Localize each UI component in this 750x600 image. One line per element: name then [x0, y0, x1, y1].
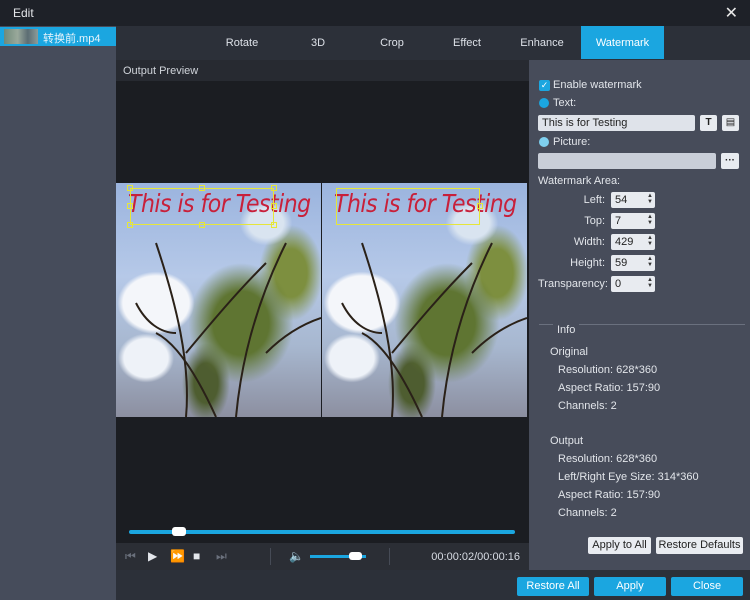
resize-handle[interactable]	[127, 203, 133, 209]
transparency-value: 0	[615, 278, 622, 290]
file-item[interactable]: 转换前.mp4	[0, 27, 116, 46]
file-name: 转换前.mp4	[43, 33, 101, 45]
play-icon[interactable]: ▶	[148, 549, 157, 563]
window-title: Edit	[13, 6, 34, 20]
preview-header: Output Preview	[116, 60, 529, 81]
tab-rotate[interactable]: Rotate	[208, 26, 276, 59]
fast-forward-icon[interactable]: ⏩	[170, 549, 185, 563]
width-label: Width:	[573, 236, 605, 248]
title-bar: Edit ✕	[0, 0, 750, 26]
height-spinbox[interactable]: 59 ▲ ▼	[611, 255, 655, 271]
text-format-icon[interactable]: T	[700, 115, 717, 131]
spin-arrows-icon[interactable]: ▲ ▼	[647, 193, 653, 205]
spin-arrows-icon[interactable]: ▲ ▼	[647, 256, 653, 268]
spin-arrows-icon[interactable]: ▲ ▼	[647, 277, 653, 289]
browse-button[interactable]: ···	[721, 153, 739, 169]
tab-enhance[interactable]: Enhance	[508, 26, 576, 59]
edit-tabs: Rotate 3D Crop Effect Enhance Watermark	[116, 26, 750, 60]
volume-icon[interactable]: 🔈	[289, 549, 304, 563]
resize-handle[interactable]	[271, 203, 277, 209]
watermark-bounds[interactable]	[130, 188, 274, 225]
close-button[interactable]: Close	[671, 577, 743, 596]
picture-label: Picture:	[553, 136, 591, 148]
apply-to-all-button[interactable]: Apply to All	[588, 537, 651, 554]
enable-watermark-checkbox[interactable]: ✓	[539, 80, 550, 91]
left-value: 54	[615, 194, 628, 206]
resize-handle[interactable]	[199, 222, 205, 228]
original-channels: Channels: 2	[558, 400, 617, 412]
width-spinbox[interactable]: 429 ▲ ▼	[611, 234, 655, 250]
info-title: Info	[553, 324, 580, 336]
output-title: Output	[550, 435, 584, 447]
restore-all-button[interactable]: Restore All	[517, 577, 589, 596]
text-radio[interactable]	[539, 98, 549, 108]
transparency-label: Transparency:	[538, 278, 608, 290]
original-aspect-ratio: Aspect Ratio: 157:90	[558, 382, 661, 394]
seek-handle[interactable]	[172, 527, 187, 536]
watermark-area-label: Watermark Area:	[538, 175, 621, 187]
output-resolution: Resolution: 628*360	[558, 453, 658, 465]
resize-handle[interactable]	[199, 185, 205, 191]
text-label: Text:	[553, 97, 577, 109]
player-controls: ⏮ ▶ ⏩ ■ ⏭ 🔈 00:00:02/00:00:16	[116, 543, 529, 570]
preview-title: Output Preview	[123, 65, 199, 77]
watermark-panel: ✓ Enable watermark Text: This is for Tes…	[529, 60, 750, 570]
height-value: 59	[615, 257, 628, 269]
tab-watermark[interactable]: Watermark	[581, 26, 664, 59]
left-eye-view: This is for Testing	[116, 183, 321, 417]
picture-radio[interactable]	[539, 137, 549, 147]
tab-effect[interactable]: Effect	[432, 26, 502, 59]
resize-handle[interactable]	[127, 185, 133, 191]
volume-handle[interactable]	[349, 552, 363, 560]
font-style-icon[interactable]: ▤	[722, 115, 739, 131]
divider	[270, 548, 271, 565]
output-eye-size: Left/Right Eye Size: 314*360	[558, 471, 699, 483]
video-frame: This is for Testing This is for Testing	[116, 183, 527, 417]
output-aspect-ratio: Aspect Ratio: 157:90	[558, 489, 661, 501]
file-thumbnail	[4, 29, 38, 44]
top-spinbox[interactable]: 7 ▲ ▼	[611, 213, 655, 229]
spin-arrows-icon[interactable]: ▲ ▼	[647, 235, 653, 247]
top-value: 7	[615, 215, 622, 227]
height-label: Height:	[570, 257, 605, 269]
right-eye-view: This is for Testing	[322, 183, 527, 417]
original-title: Original	[550, 346, 588, 358]
top-label: Top:	[584, 215, 605, 227]
left-label: Left:	[583, 194, 605, 206]
footer-bar: Restore All Apply Close	[116, 570, 750, 600]
original-resolution: Resolution: 628*360	[558, 364, 658, 376]
file-list: 转换前.mp4	[0, 26, 116, 600]
output-channels: Channels: 2	[558, 507, 617, 519]
resize-handle[interactable]	[271, 185, 277, 191]
transparency-spinbox[interactable]: 0 ▲ ▼	[611, 276, 655, 292]
enable-watermark-label: Enable watermark	[553, 79, 642, 91]
spin-arrows-icon[interactable]: ▲ ▼	[647, 214, 653, 226]
watermark-bounds[interactable]	[336, 188, 480, 225]
restore-defaults-button[interactable]: Restore Defaults	[656, 537, 743, 554]
close-icon[interactable]: ✕	[725, 3, 738, 23]
apply-button[interactable]: Apply	[594, 577, 666, 596]
previous-icon[interactable]: ⏮	[125, 549, 136, 564]
picture-path-input[interactable]	[538, 153, 716, 169]
stop-icon[interactable]: ■	[193, 549, 200, 563]
next-icon[interactable]: ⏭	[216, 549, 227, 564]
tab-3d[interactable]: 3D	[284, 26, 352, 59]
tab-crop[interactable]: Crop	[357, 26, 427, 59]
width-value: 429	[615, 236, 634, 248]
divider	[389, 548, 390, 565]
seek-bar[interactable]	[129, 530, 515, 534]
left-spinbox[interactable]: 54 ▲ ▼	[611, 192, 655, 208]
resize-handle[interactable]	[127, 222, 133, 228]
resize-handle[interactable]	[477, 203, 483, 209]
resize-handle[interactable]	[271, 222, 277, 228]
watermark-text-input[interactable]: This is for Testing	[538, 115, 695, 131]
output-preview: Output Preview This is for Testing This …	[116, 60, 529, 570]
timecode: 00:00:02/00:00:16	[431, 551, 520, 563]
